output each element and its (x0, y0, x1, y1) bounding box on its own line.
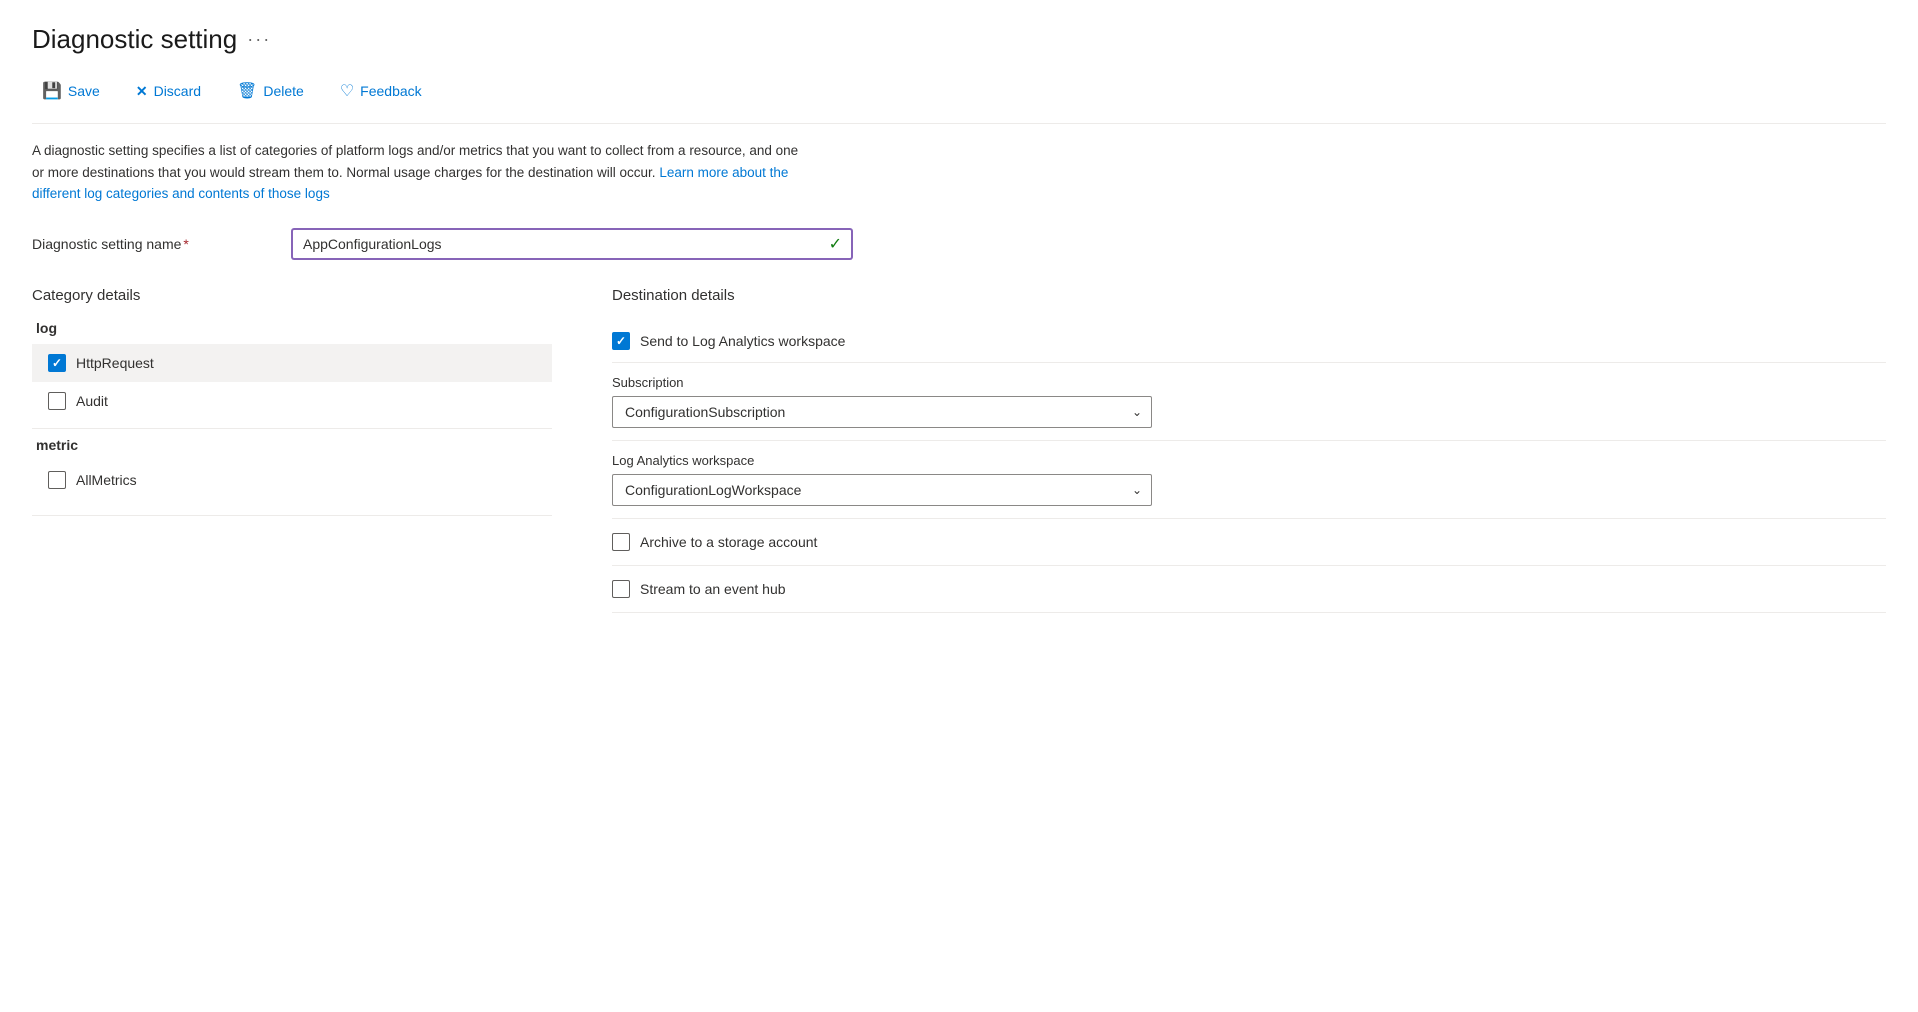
send-to-log-analytics-label: Send to Log Analytics workspace (640, 333, 845, 349)
page-title: Diagnostic setting (32, 24, 237, 55)
feedback-label: Feedback (360, 83, 421, 99)
metric-group: metric AllMetrics (32, 437, 552, 499)
archive-to-storage-row: Archive to a storage account (612, 519, 1886, 566)
send-to-log-analytics-checkbox[interactable] (612, 332, 630, 350)
http-request-checkbox[interactable] (48, 354, 66, 372)
send-to-log-analytics-row: Send to Log Analytics workspace (612, 320, 1886, 363)
http-request-label: HttpRequest (76, 355, 154, 371)
log-item-audit: Audit (32, 382, 552, 420)
subscription-label: Subscription (612, 375, 1886, 390)
category-details-panel: Category details log HttpRequest Audit m… (32, 287, 552, 524)
log-metric-divider (32, 428, 552, 429)
stream-to-event-hub-label: Stream to an event hub (640, 581, 786, 597)
log-group-label: log (32, 320, 552, 336)
diagnostic-setting-name-label: Diagnostic setting name* (32, 236, 292, 252)
feedback-icon: ♡ (340, 81, 354, 101)
metric-end-divider (32, 515, 552, 516)
stream-to-event-hub-row: Stream to an event hub (612, 566, 1886, 613)
workspace-select-wrapper: ConfigurationLogWorkspace ⌄ (612, 474, 1152, 506)
archive-to-storage-checkbox[interactable] (612, 533, 630, 551)
metric-item-all-metrics: AllMetrics (32, 461, 552, 499)
workspace-select[interactable]: ConfigurationLogWorkspace (612, 474, 1152, 506)
discard-icon: ✕ (136, 83, 148, 100)
all-metrics-checkbox[interactable] (48, 471, 66, 489)
diagnostic-setting-name-row: Diagnostic setting name* ✓ (32, 229, 1886, 259)
toolbar: 💾 Save ✕ Discard 🗑 Delete ♡ Feedback (32, 75, 1886, 124)
diagnostic-setting-name-input[interactable] (292, 229, 852, 259)
subscription-block: Subscription ConfigurationSubscription ⌄ (612, 363, 1886, 441)
delete-icon: 🗑 (237, 81, 257, 101)
discard-label: Discard (154, 83, 201, 99)
metric-group-label: metric (32, 437, 552, 453)
log-analytics-workspace-label: Log Analytics workspace (612, 453, 1886, 468)
delete-button[interactable]: 🗑 Delete (227, 75, 314, 107)
description: A diagnostic setting specifies a list of… (32, 140, 812, 205)
delete-label: Delete (263, 83, 303, 99)
destination-details-panel: Destination details Send to Log Analytic… (612, 287, 1886, 613)
log-item-http-request: HttpRequest (32, 344, 552, 382)
audit-label: Audit (76, 393, 108, 409)
validation-check-icon: ✓ (829, 234, 842, 254)
required-indicator: * (183, 236, 188, 252)
main-layout: Category details log HttpRequest Audit m… (32, 287, 1886, 613)
save-label: Save (68, 83, 100, 99)
page-title-ellipsis: ··· (247, 29, 271, 50)
subscription-select[interactable]: ConfigurationSubscription (612, 396, 1152, 428)
save-icon: 💾 (42, 81, 62, 101)
discard-button[interactable]: ✕ Discard (126, 77, 211, 106)
archive-to-storage-label: Archive to a storage account (640, 534, 817, 550)
audit-checkbox[interactable] (48, 392, 66, 410)
feedback-button[interactable]: ♡ Feedback (330, 75, 432, 107)
subscription-select-wrapper: ConfigurationSubscription ⌄ (612, 396, 1152, 428)
save-button[interactable]: 💾 Save (32, 75, 110, 107)
all-metrics-label: AllMetrics (76, 472, 137, 488)
category-details-title: Category details (32, 287, 552, 304)
log-analytics-workspace-block: Log Analytics workspace ConfigurationLog… (612, 441, 1886, 519)
diagnostic-setting-name-input-wrapper: ✓ (292, 229, 852, 259)
stream-to-event-hub-checkbox[interactable] (612, 580, 630, 598)
destination-details-title: Destination details (612, 287, 1886, 304)
